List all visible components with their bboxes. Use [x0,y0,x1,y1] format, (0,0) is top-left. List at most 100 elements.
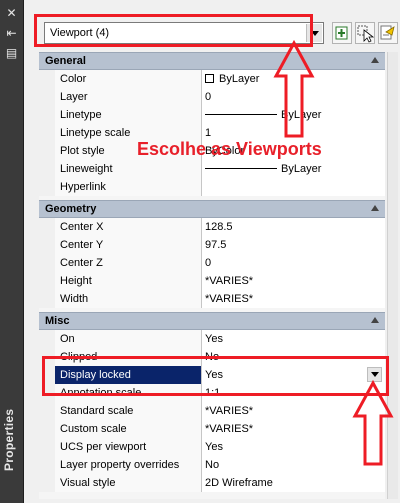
row-gutter [39,88,55,106]
property-value[interactable]: ByLayer [202,106,385,124]
property-grid: General Color ByLayer Layer 0 Linetype B… [39,52,385,499]
property-name: Width [55,290,202,308]
property-value[interactable]: 128.5 [202,218,385,236]
properties-panel: Viewport (4) General Color ByLayer Layer… [24,0,400,503]
property-name: Clipped [55,348,202,366]
property-value[interactable]: *VARIES* [202,290,385,308]
property-value[interactable]: Yes [202,330,385,348]
property-row-clipped[interactable]: Clipped No [39,348,385,366]
property-row-lineweight[interactable]: Lineweight ByLayer [39,160,385,178]
toggle-pickadd-icon [335,26,348,40]
property-name: Display locked [55,366,202,384]
display-locked-value: Yes [205,369,223,381]
row-gutter [39,124,55,142]
property-name: Standard scale [55,402,202,420]
row-gutter [39,474,55,492]
row-gutter [39,160,55,178]
property-row-color[interactable]: Color ByLayer [39,70,385,88]
chevron-down-icon[interactable] [367,367,382,382]
property-row-custom-scale[interactable]: Custom scale *VARIES* [39,420,385,438]
object-selector-bar: Viewport (4) [24,0,400,52]
property-value[interactable]: *VARIES* [202,402,385,420]
property-value[interactable]: *VARIES* [202,272,385,290]
quick-select-button[interactable] [378,22,398,44]
property-row-layer[interactable]: Layer 0 [39,88,385,106]
property-value[interactable]: 0 [202,88,385,106]
collapse-arrow-icon[interactable] [371,205,379,211]
property-name: On [55,330,202,348]
property-value[interactable]: Yes [202,438,385,456]
vertical-scrollbar[interactable] [387,52,398,499]
property-value[interactable]: 0 [202,254,385,272]
select-objects-icon [357,25,375,43]
property-row-on[interactable]: On Yes [39,330,385,348]
property-value[interactable]: No [202,348,385,366]
section-title: Misc [45,315,70,327]
property-row-display-locked[interactable]: Display locked Yes [39,366,385,384]
row-gutter [39,348,55,366]
property-row-ucs-per-viewport[interactable]: UCS per viewport Yes [39,438,385,456]
property-value[interactable]: 97.5 [202,236,385,254]
section-title: General [45,55,86,67]
property-name: Visual style [55,474,202,492]
property-row-center-x[interactable]: Center X 128.5 [39,218,385,236]
section-title: Geometry [45,203,97,215]
property-value[interactable]: 2D Wireframe [202,474,385,492]
property-name: Center Y [55,236,202,254]
section-geometry[interactable]: Geometry [39,200,385,218]
close-icon[interactable]: ✕ [4,6,19,21]
row-gutter [39,178,55,196]
property-name: Lineweight [55,160,202,178]
display-locked-dropdown[interactable]: Yes [202,366,385,384]
object-type-dropdown[interactable]: Viewport (4) [44,22,324,44]
property-row-standard-scale[interactable]: Standard scale *VARIES* [39,402,385,420]
property-value[interactable] [202,178,385,196]
row-gutter [39,254,55,272]
color-swatch-icon [205,74,214,83]
property-row-layer-property-overrides[interactable]: Layer property overrides No [39,456,385,474]
row-gutter [39,106,55,124]
linetype-value: ByLayer [281,109,322,121]
property-name: Hyperlink [55,178,202,196]
linetype-sample [205,114,277,115]
property-value[interactable]: 1:1 [202,384,385,402]
property-value[interactable]: No [202,456,385,474]
row-gutter [39,456,55,474]
row-gutter [39,330,55,348]
row-gutter [39,402,55,420]
properties-menu-icon[interactable]: ▤ [4,46,19,61]
row-gutter [39,218,55,236]
lineweight-sample [205,168,277,169]
object-type-value: Viewport (4) [50,27,110,39]
palette-title: Properties [2,408,16,472]
property-row-width[interactable]: Width *VARIES* [39,290,385,308]
property-name: Center X [55,218,202,236]
property-row-center-y[interactable]: Center Y 97.5 [39,236,385,254]
property-value[interactable]: *VARIES* [202,420,385,438]
property-name: Annotation scale [55,384,202,402]
select-objects-button[interactable] [355,22,375,44]
property-name: Height [55,272,202,290]
property-row-linetype[interactable]: Linetype ByLayer [39,106,385,124]
row-gutter [39,420,55,438]
lineweight-value: ByLayer [281,163,322,175]
property-value[interactable]: ByLayer [202,70,385,88]
section-general[interactable]: General [39,52,385,70]
row-gutter [39,290,55,308]
property-name: Custom scale [55,420,202,438]
property-row-hyperlink[interactable]: Hyperlink [39,178,385,196]
collapse-arrow-icon[interactable] [371,317,379,323]
property-name: UCS per viewport [55,438,202,456]
collapse-arrow-icon[interactable] [371,57,379,63]
section-misc[interactable]: Misc [39,312,385,330]
annotation-caption: Escolhe as Viewports [137,139,322,159]
property-row-height[interactable]: Height *VARIES* [39,272,385,290]
property-row-visual-style[interactable]: Visual style 2D Wireframe [39,474,385,492]
property-row-center-z[interactable]: Center Z 0 [39,254,385,272]
palette-title-strip: ✕ ⇤ ▤ Properties [0,0,24,503]
auto-hide-icon[interactable]: ⇤ [4,26,19,41]
property-value[interactable]: ByLayer [202,160,385,178]
property-row-annotation-scale[interactable]: Annotation scale 1:1 [39,384,385,402]
chevron-down-icon[interactable] [306,24,322,42]
toggle-pickadd-button[interactable] [332,22,352,44]
